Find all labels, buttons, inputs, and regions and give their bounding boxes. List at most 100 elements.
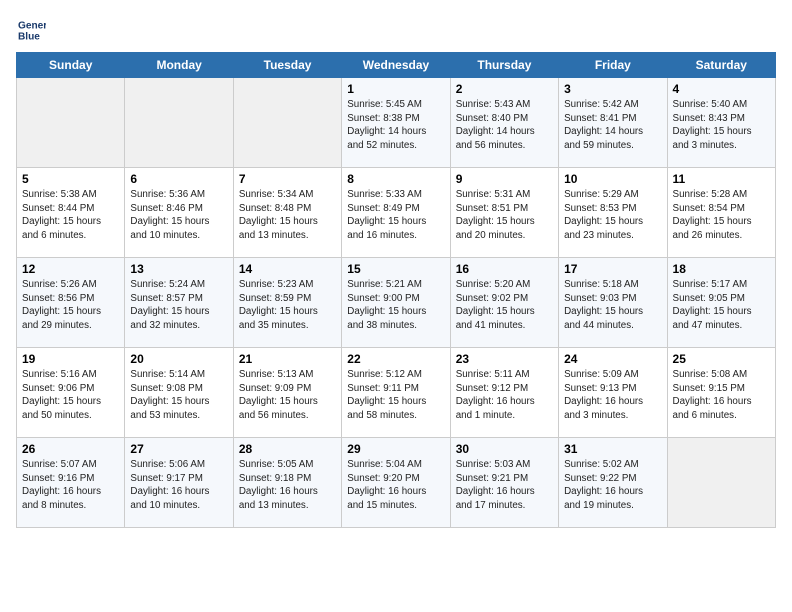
day-info: Sunrise: 5:21 AMSunset: 9:00 PMDaylight:… xyxy=(347,278,444,333)
calendar-cell: 16Sunrise: 5:20 AMSunset: 9:02 PMDayligh… xyxy=(450,258,558,348)
day-number: 7 xyxy=(239,172,336,186)
day-number: 25 xyxy=(673,352,770,366)
day-number: 9 xyxy=(456,172,553,186)
day-number: 6 xyxy=(130,172,227,186)
weekday-header: Thursday xyxy=(450,53,558,78)
page-header: General Blue xyxy=(16,16,776,44)
day-info: Sunrise: 5:31 AMSunset: 8:51 PMDaylight:… xyxy=(456,188,553,243)
day-info: Sunrise: 5:29 AMSunset: 8:53 PMDaylight:… xyxy=(564,188,661,243)
day-info: Sunrise: 5:14 AMSunset: 9:08 PMDaylight:… xyxy=(130,368,227,423)
day-number: 20 xyxy=(130,352,227,366)
day-info: Sunrise: 5:03 AMSunset: 9:21 PMDaylight:… xyxy=(456,458,553,513)
logo-icon: General Blue xyxy=(18,16,46,44)
calendar-cell: 21 Sunrise: 5:13 AMSunset: 9:09 PMDayligh… xyxy=(233,348,341,438)
day-info: Sunrise: 5:28 AMSunset: 8:54 PMDaylight:… xyxy=(673,188,770,243)
day-info: Sunrise: 5:36 AMSunset: 8:46 PMDaylight:… xyxy=(130,188,227,243)
day-number: 27 xyxy=(130,442,227,456)
calendar-cell: 6 Sunrise: 5:36 AMSunset: 8:46 PMDaylight… xyxy=(125,168,233,258)
day-number: 11 xyxy=(673,172,770,186)
calendar-cell xyxy=(17,78,125,168)
svg-text:Blue: Blue xyxy=(18,31,40,42)
calendar-cell: 31 Sunrise: 5:02 AMSunset: 9:22 PMDayligh… xyxy=(559,438,667,528)
calendar-cell: 15 Sunrise: 5:21 AMSunset: 9:00 PMDayligh… xyxy=(342,258,450,348)
day-number: 16 xyxy=(456,262,553,276)
calendar-cell: 1Sunrise: 5:45 AMSunset: 8:38 PMDaylight… xyxy=(342,78,450,168)
calendar-table: SundayMondayTuesdayWednesdayThursdayFrid… xyxy=(16,52,776,528)
calendar-cell: 19 Sunrise: 5:16 AMSunset: 9:06 PMDayligh… xyxy=(17,348,125,438)
calendar-cell: 2 Sunrise: 5:43 AMSunset: 8:40 PMDaylight… xyxy=(450,78,558,168)
calendar-cell: 17 Sunrise: 5:18 AMSunset: 9:03 PMDayligh… xyxy=(559,258,667,348)
day-number: 17 xyxy=(564,262,661,276)
day-info: Sunrise: 5:23 AMSunset: 8:59 PMDaylight:… xyxy=(239,278,336,333)
calendar-week-row: 19 Sunrise: 5:16 AMSunset: 9:06 PMDayligh… xyxy=(17,348,776,438)
day-info: Sunrise: 5:05 AMSunset: 9:18 PMDaylight:… xyxy=(239,458,336,513)
weekday-header: Wednesday xyxy=(342,53,450,78)
day-info: Sunrise: 5:42 AMSunset: 8:41 PMDaylight:… xyxy=(564,98,661,153)
calendar-cell: 27Sunrise: 5:06 AMSunset: 9:17 PMDayligh… xyxy=(125,438,233,528)
day-number: 30 xyxy=(456,442,553,456)
day-number: 19 xyxy=(22,352,119,366)
day-number: 29 xyxy=(347,442,444,456)
day-number: 23 xyxy=(456,352,553,366)
day-info: Sunrise: 5:12 AMSunset: 9:11 PMDaylight:… xyxy=(347,368,444,423)
calendar-header: SundayMondayTuesdayWednesdayThursdayFrid… xyxy=(17,53,776,78)
day-number: 18 xyxy=(673,262,770,276)
calendar-cell: 26Sunrise: 5:07 AMSunset: 9:16 PMDayligh… xyxy=(17,438,125,528)
day-number: 3 xyxy=(564,82,661,96)
day-info: Sunrise: 5:24 AMSunset: 8:57 PMDaylight:… xyxy=(130,278,227,333)
day-info: Sunrise: 5:11 AMSunset: 9:12 PMDaylight:… xyxy=(456,368,553,423)
calendar-week-row: 26Sunrise: 5:07 AMSunset: 9:16 PMDayligh… xyxy=(17,438,776,528)
day-number: 28 xyxy=(239,442,336,456)
day-number: 4 xyxy=(673,82,770,96)
calendar-cell: 23 Sunrise: 5:11 AMSunset: 9:12 PMDayligh… xyxy=(450,348,558,438)
day-number: 15 xyxy=(347,262,444,276)
calendar-cell: 29 Sunrise: 5:04 AMSunset: 9:20 PMDayligh… xyxy=(342,438,450,528)
day-info: Sunrise: 5:13 AMSunset: 9:09 PMDaylight:… xyxy=(239,368,336,423)
day-number: 8 xyxy=(347,172,444,186)
calendar-cell: 24 Sunrise: 5:09 AMSunset: 9:13 PMDayligh… xyxy=(559,348,667,438)
calendar-cell: 14 Sunrise: 5:23 AMSunset: 8:59 PMDayligh… xyxy=(233,258,341,348)
day-info: Sunrise: 5:26 AMSunset: 8:56 PMDaylight:… xyxy=(22,278,119,333)
day-info: Sunrise: 5:16 AMSunset: 9:06 PMDaylight:… xyxy=(22,368,119,423)
day-info: Sunrise: 5:04 AMSunset: 9:20 PMDaylight:… xyxy=(347,458,444,513)
day-number: 26 xyxy=(22,442,119,456)
calendar-body: 1Sunrise: 5:45 AMSunset: 8:38 PMDaylight… xyxy=(17,78,776,528)
weekday-header: Tuesday xyxy=(233,53,341,78)
day-number: 24 xyxy=(564,352,661,366)
calendar-cell: 9 Sunrise: 5:31 AMSunset: 8:51 PMDaylight… xyxy=(450,168,558,258)
day-info: Sunrise: 5:09 AMSunset: 9:13 PMDaylight:… xyxy=(564,368,661,423)
weekday-header: Friday xyxy=(559,53,667,78)
calendar-week-row: 12 Sunrise: 5:26 AMSunset: 8:56 PMDayligh… xyxy=(17,258,776,348)
logo: General Blue xyxy=(16,16,46,44)
day-number: 2 xyxy=(456,82,553,96)
calendar-week-row: 1Sunrise: 5:45 AMSunset: 8:38 PMDaylight… xyxy=(17,78,776,168)
day-info: Sunrise: 5:17 AMSunset: 9:05 PMDaylight:… xyxy=(673,278,770,333)
calendar-cell: 13 Sunrise: 5:24 AMSunset: 8:57 PMDayligh… xyxy=(125,258,233,348)
day-number: 31 xyxy=(564,442,661,456)
day-info: Sunrise: 5:43 AMSunset: 8:40 PMDaylight:… xyxy=(456,98,553,153)
day-info: Sunrise: 5:02 AMSunset: 9:22 PMDaylight:… xyxy=(564,458,661,513)
day-number: 21 xyxy=(239,352,336,366)
calendar-cell xyxy=(667,438,775,528)
day-number: 5 xyxy=(22,172,119,186)
day-number: 14 xyxy=(239,262,336,276)
calendar-cell: 18 Sunrise: 5:17 AMSunset: 9:05 PMDayligh… xyxy=(667,258,775,348)
calendar-cell: 11 Sunrise: 5:28 AMSunset: 8:54 PMDayligh… xyxy=(667,168,775,258)
calendar-cell: 12 Sunrise: 5:26 AMSunset: 8:56 PMDayligh… xyxy=(17,258,125,348)
calendar-cell: 7Sunrise: 5:34 AMSunset: 8:48 PMDaylight… xyxy=(233,168,341,258)
weekday-header: Saturday xyxy=(667,53,775,78)
day-info: Sunrise: 5:18 AMSunset: 9:03 PMDaylight:… xyxy=(564,278,661,333)
day-number: 12 xyxy=(22,262,119,276)
calendar-cell: 8Sunrise: 5:33 AMSunset: 8:49 PMDaylight… xyxy=(342,168,450,258)
calendar-cell: 3 Sunrise: 5:42 AMSunset: 8:41 PMDaylight… xyxy=(559,78,667,168)
weekday-header: Sunday xyxy=(17,53,125,78)
calendar-cell: 20 Sunrise: 5:14 AMSunset: 9:08 PMDayligh… xyxy=(125,348,233,438)
day-info: Sunrise: 5:08 AMSunset: 9:15 PMDaylight:… xyxy=(673,368,770,423)
calendar-cell: 4Sunrise: 5:40 AMSunset: 8:43 PMDaylight… xyxy=(667,78,775,168)
svg-text:General: General xyxy=(18,20,46,31)
day-number: 13 xyxy=(130,262,227,276)
calendar-cell: 10 Sunrise: 5:29 AMSunset: 8:53 PMDayligh… xyxy=(559,168,667,258)
day-number: 10 xyxy=(564,172,661,186)
day-number: 1 xyxy=(347,82,444,96)
calendar-cell: 28 Sunrise: 5:05 AMSunset: 9:18 PMDayligh… xyxy=(233,438,341,528)
